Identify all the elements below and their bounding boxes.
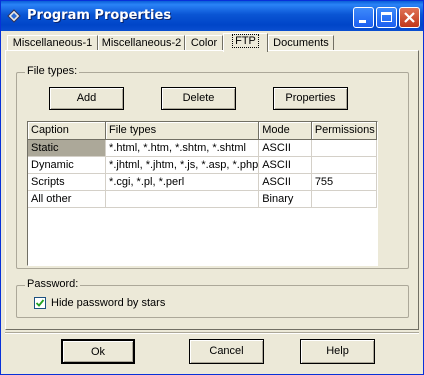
minimize-button[interactable] [353,7,374,28]
properties-button[interactable]: Properties [273,87,348,110]
table-row[interactable]: Scripts *.cgi, *.pl, *.perl ASCII 755 [28,173,377,191]
tab-color[interactable]: Color [185,35,223,51]
caption-cell[interactable]: Dynamic [28,156,107,174]
grid-header-row: Caption File types Mode Permissions [28,122,377,140]
permissions-cell[interactable] [311,156,377,174]
file-types-cell[interactable] [105,190,260,208]
cancel-button[interactable]: Cancel [189,339,264,364]
mode-cell[interactable]: Binary [258,190,312,208]
file-types-cell[interactable]: *.html, *.htm, *.shtm, *.shtml [105,139,260,157]
title-bar[interactable]: Program Properties [1,1,423,31]
permissions-cell[interactable] [311,190,377,208]
separator [5,332,419,334]
mode-cell[interactable]: ASCII [258,156,312,174]
column-header-caption[interactable]: Caption [28,122,107,140]
hide-password-label[interactable]: Hide password by stars [51,297,165,309]
close-icon [404,12,415,23]
delete-button[interactable]: Delete [161,87,236,110]
window-title: Program Properties [27,8,172,23]
help-button[interactable]: Help [300,339,375,364]
caption-cell[interactable]: Static [28,139,107,157]
checkmark-icon [35,299,45,307]
caption-cell[interactable]: Scripts [28,173,107,191]
program-properties-window: Program Properties Miscellaneous-1 Misce… [0,0,424,375]
file-types-group-label: File types: [25,65,80,77]
column-header-permissions[interactable]: Permissions [311,122,377,140]
close-button[interactable] [399,7,420,28]
column-header-mode[interactable]: Mode [258,122,312,140]
tab-ftp[interactable]: FTP [223,33,268,52]
maximize-icon [381,12,392,22]
permissions-cell[interactable] [311,139,377,157]
permissions-cell[interactable]: 755 [311,173,377,191]
hide-password-checkbox[interactable] [34,297,46,309]
table-row[interactable]: All other Binary [28,190,377,208]
password-group-label: Password: [25,278,81,290]
tab-documents[interactable]: Documents [268,35,334,51]
table-row[interactable]: Dynamic *.jhtml, *.jhtm, *.js, *.asp, *.… [28,156,377,174]
minimize-icon [359,20,366,23]
ok-button[interactable]: Ok [61,339,135,364]
file-types-cell[interactable]: *.cgi, *.pl, *.perl [105,173,260,191]
mode-cell[interactable]: ASCII [258,173,312,191]
maximize-button[interactable] [376,7,397,28]
tab-miscellaneous-2[interactable]: Miscellaneous-2 [98,35,185,51]
mode-cell[interactable]: ASCII [258,139,312,157]
diamond-icon[interactable] [7,9,21,23]
add-button[interactable]: Add [49,87,124,110]
caption-cell[interactable]: All other [28,190,107,208]
file-types-cell[interactable]: *.jhtml, *.jhtm, *.js, *.asp, *.php [105,156,260,174]
table-row[interactable]: Static *.html, *.htm, *.shtm, *.shtml AS… [28,139,377,157]
column-header-file-types[interactable]: File types [105,122,260,140]
file-types-grid[interactable]: Caption File types Mode Permissions Stat… [27,121,378,266]
tab-miscellaneous-1[interactable]: Miscellaneous-1 [7,35,98,51]
